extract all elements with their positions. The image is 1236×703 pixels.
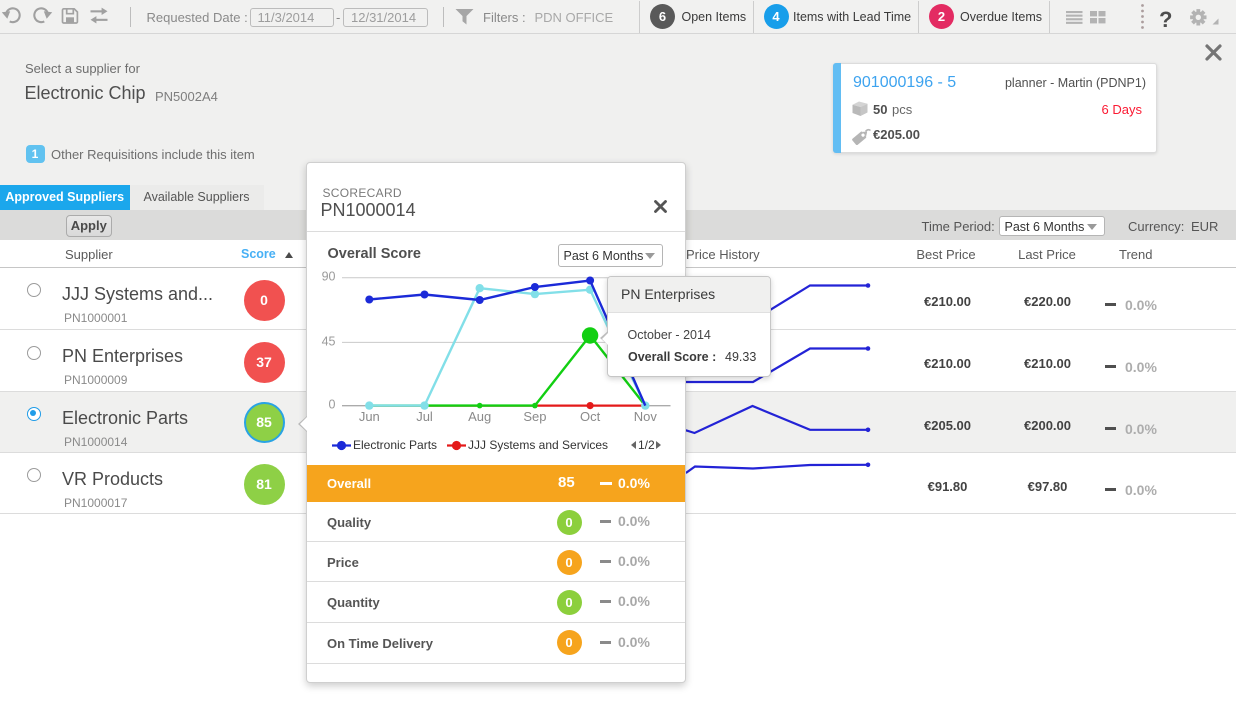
svg-text:Sep: Sep <box>523 409 546 424</box>
svg-text:45: 45 <box>321 334 335 348</box>
svg-text:90: 90 <box>321 270 335 284</box>
svg-text:0: 0 <box>328 398 335 412</box>
svg-text:Oct: Oct <box>579 409 600 424</box>
svg-text:Nov: Nov <box>633 409 657 424</box>
svg-text:Aug: Aug <box>468 409 491 424</box>
svg-text:Jul: Jul <box>416 409 433 424</box>
svg-text:Jun: Jun <box>358 409 379 424</box>
